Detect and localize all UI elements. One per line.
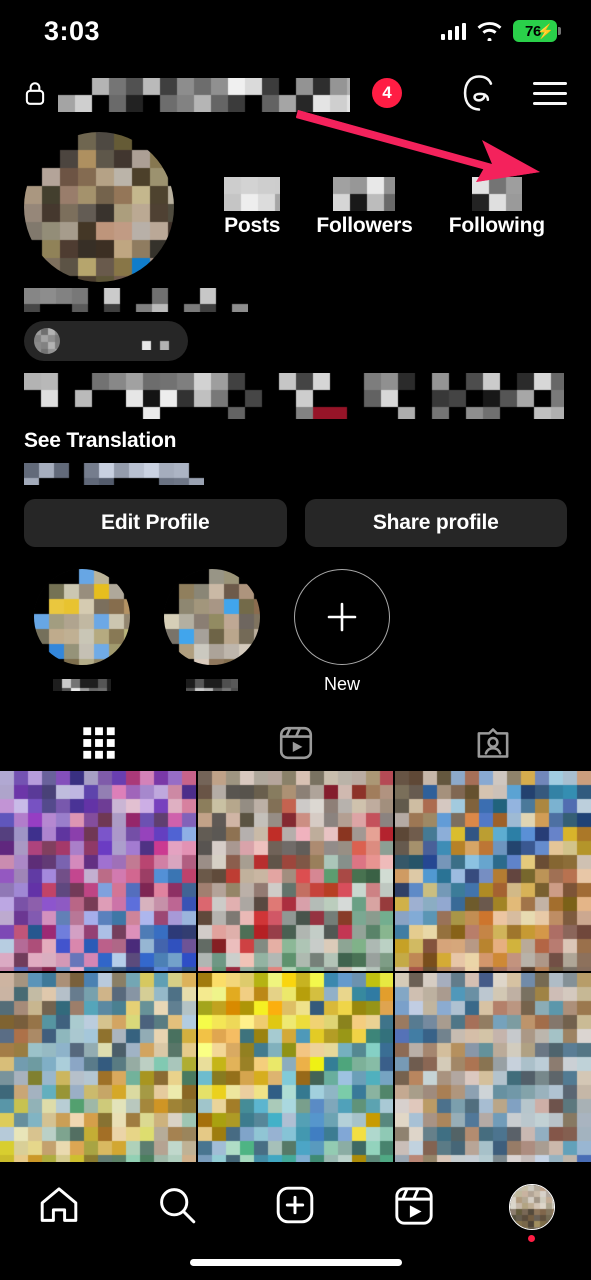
username-redacted[interactable] (58, 78, 350, 112)
reels-icon (395, 1187, 433, 1225)
display-name-redacted (24, 288, 567, 312)
stat-following[interactable]: Following (449, 176, 545, 238)
hamburger-menu-icon[interactable] (533, 81, 567, 105)
followers-count-redacted (316, 176, 412, 212)
battery-indicator: 76 ⚡ (513, 20, 561, 42)
following-count-redacted (449, 176, 545, 212)
grid-post[interactable] (197, 972, 394, 1173)
new-highlight-item[interactable]: New (294, 569, 390, 695)
threads-icon[interactable] (461, 74, 497, 112)
profile-summary: Posts Followers Following (0, 124, 591, 282)
home-icon (40, 1187, 78, 1222)
followers-label: Followers (316, 214, 413, 237)
profile-stats: Posts Followers Following (206, 176, 567, 238)
profile-notification-dot (528, 1235, 536, 1242)
pill-avatar (34, 328, 60, 354)
bio-line-1-redacted (24, 373, 567, 419)
grid-post[interactable] (0, 771, 196, 971)
highlight-item[interactable] (164, 569, 260, 695)
avatar-container[interactable] (24, 132, 206, 282)
instagram-profile-screen: 3:03 76 ⚡ 4 Posts Followers Following Se… (0, 0, 591, 1280)
nav-search[interactable] (134, 1184, 220, 1226)
edit-profile-button[interactable]: Edit Profile (24, 499, 287, 547)
nav-home[interactable] (16, 1184, 102, 1226)
grid-post[interactable] (395, 972, 591, 1173)
share-profile-button[interactable]: Share profile (304, 499, 567, 547)
grid-post[interactable] (197, 771, 394, 971)
highlight-item[interactable] (34, 569, 130, 695)
notification-badge[interactable]: 4 (372, 78, 402, 108)
profile-header: 4 (0, 62, 591, 182)
nav-create[interactable] (252, 1184, 338, 1226)
following-label: Following (448, 214, 545, 237)
profile-bio: See Translation (0, 282, 591, 485)
category-pill[interactable] (24, 321, 188, 361)
tab-grid[interactable] (0, 715, 197, 771)
profile-tabs (0, 715, 591, 771)
status-time: 3:03 (44, 15, 101, 46)
highlight-cover[interactable] (34, 569, 130, 665)
grid-post[interactable] (395, 771, 591, 971)
stat-followers[interactable]: Followers (316, 176, 413, 238)
posts-count-redacted (224, 176, 281, 212)
bio-line-2-redacted (24, 463, 567, 485)
plus-square-icon (277, 1186, 314, 1224)
avatar[interactable] (24, 132, 174, 282)
search-icon (160, 1188, 196, 1224)
add-highlight-button[interactable] (294, 569, 390, 665)
grid-icon (82, 727, 115, 759)
see-translation-link[interactable]: See Translation (24, 429, 567, 453)
cellular-signal-icon (440, 22, 466, 40)
profile-actions: Edit Profile Share profile (0, 485, 591, 547)
grid-post[interactable] (0, 972, 196, 1173)
wifi-icon (477, 21, 502, 41)
home-indicator (189, 1259, 402, 1266)
tab-reels[interactable] (197, 715, 394, 771)
lock-icon (25, 82, 45, 105)
highlight-label-redacted (164, 675, 260, 695)
status-indicators: 76 ⚡ (440, 20, 561, 42)
posts-label: Posts (224, 214, 281, 237)
status-bar: 3:03 76 ⚡ (0, 0, 591, 62)
post-grid (0, 771, 591, 1173)
story-highlights: New (0, 547, 591, 695)
highlight-cover[interactable] (164, 569, 260, 665)
reels-icon (279, 726, 312, 760)
charging-bolt-icon: ⚡ (536, 23, 554, 39)
plus-icon (327, 602, 357, 632)
stat-posts[interactable]: Posts (224, 176, 280, 238)
nav-profile[interactable] (489, 1184, 575, 1242)
tab-tagged[interactable] (394, 715, 591, 771)
nav-reels[interactable] (371, 1184, 457, 1228)
avatar-icon[interactable] (508, 1184, 555, 1230)
tagged-icon (477, 728, 508, 758)
highlight-label-redacted (34, 675, 130, 695)
new-highlight-label: New (323, 674, 360, 694)
